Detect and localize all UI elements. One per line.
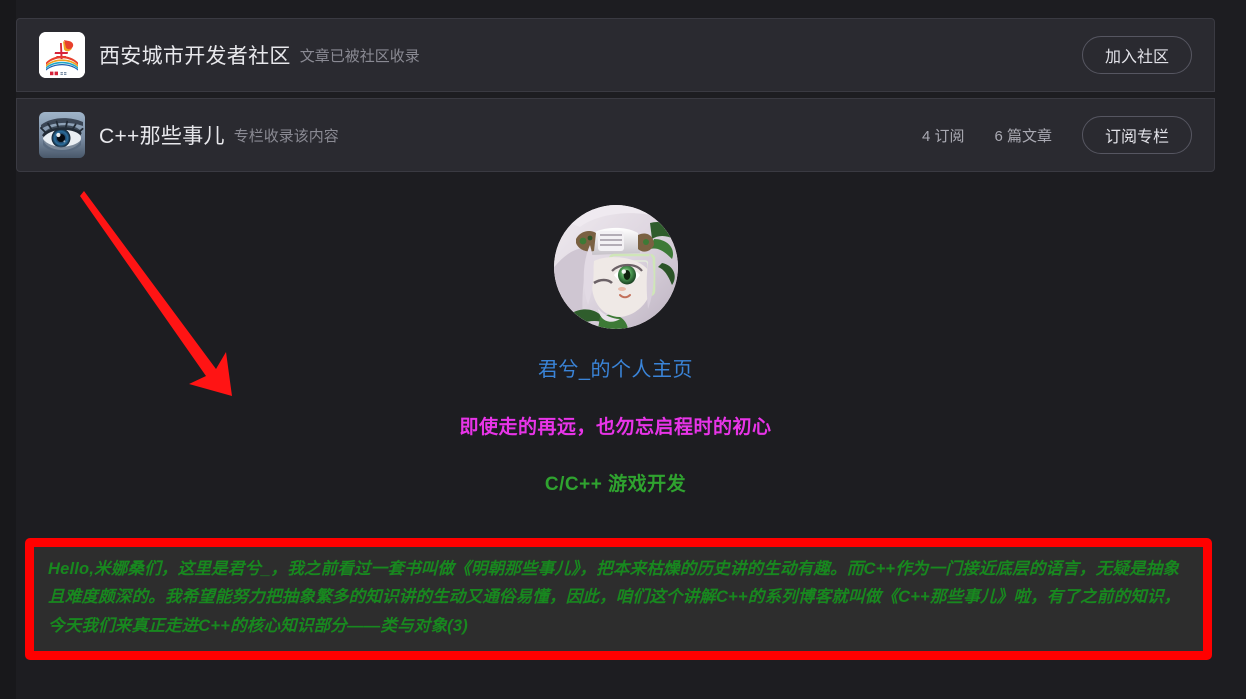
- anime-character-avatar-icon: [553, 205, 678, 329]
- author-tagline: C/C++ 游戏开发: [544, 474, 687, 495]
- left-gutter: [0, 0, 16, 699]
- column-collection-note: 专栏收录该内容: [233, 127, 339, 145]
- highlighted-intro-box: Hello,米娜桑们，这里是君兮_，我之前看过一套书叫做《明朝那些事儿》，把本来…: [25, 538, 1212, 660]
- article-content: 君兮_的个人主页 即使走的再远，也勿忘启程时的初心 C/C++ 游戏开发: [16, 186, 1215, 496]
- community-collection-card: 西安城市开发者社区 文章已被社区收录 加入社区: [16, 18, 1215, 92]
- community-collection-note: 文章已被社区收录: [299, 47, 420, 65]
- join-community-button[interactable]: 加入社区: [1081, 36, 1192, 74]
- eye-avatar-icon: [39, 112, 85, 158]
- community-name[interactable]: 西安城市开发者社区: [99, 40, 291, 70]
- author-slogan: 即使走的再远，也勿忘启程时的初心: [459, 417, 772, 438]
- subscribe-column-button[interactable]: 订阅专栏: [1081, 116, 1192, 154]
- xian-developer-community-logo-icon: [39, 32, 85, 78]
- article-count: 6 篇文章: [994, 127, 1052, 145]
- highlighted-intro-text: Hello,米娜桑们，这里是君兮_，我之前看过一套书叫做《明朝那些事儿》，把本来…: [48, 560, 1181, 635]
- subscriber-count: 4 订阅: [921, 127, 965, 145]
- article-page: 西安城市开发者社区 文章已被社区收录 加入社区 C++那些事儿 专栏收录该内容 …: [0, 0, 1246, 699]
- column-name[interactable]: C++那些事儿: [99, 120, 225, 150]
- author-profile-link[interactable]: 君兮_的个人主页: [16, 353, 1215, 382]
- column-collection-card: C++那些事儿 专栏收录该内容 4 订阅 6 篇文章 订阅专栏: [16, 98, 1215, 172]
